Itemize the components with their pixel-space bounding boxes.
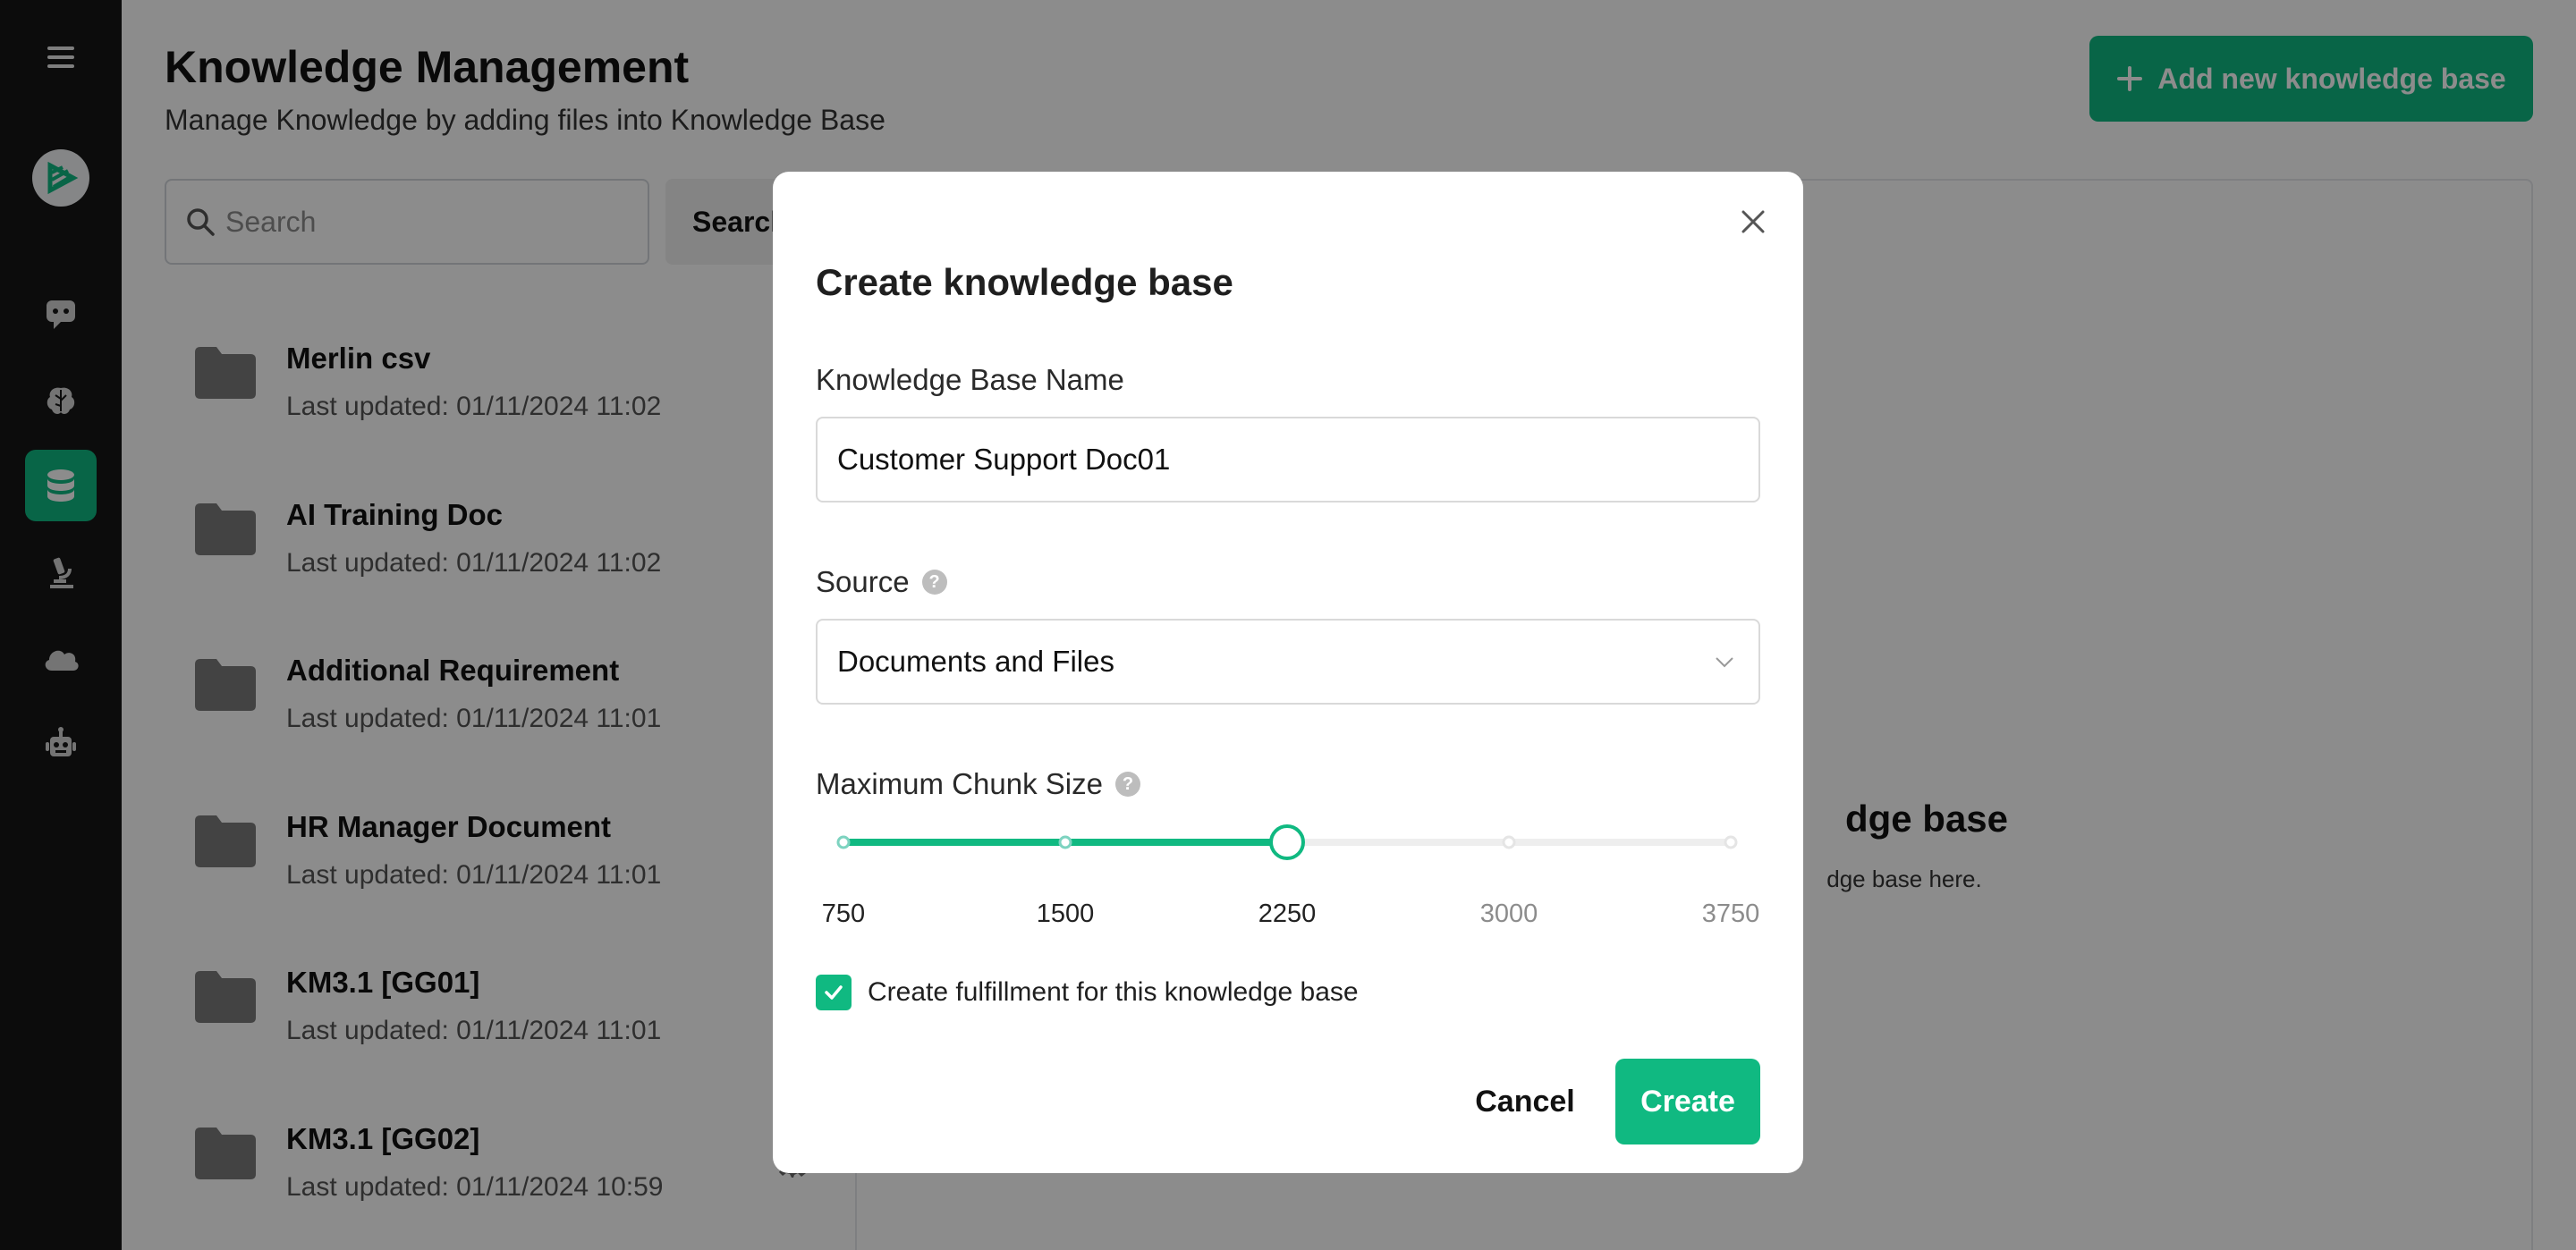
slider-mark[interactable]	[836, 835, 851, 849]
check-icon	[825, 985, 843, 1000]
fulfillment-option[interactable]: Create fulfillment for this knowledge ba…	[816, 975, 1359, 1010]
close-icon[interactable]	[1735, 204, 1771, 240]
slider-track[interactable]	[816, 824, 1760, 878]
slider-mark-label[interactable]: 2250	[1258, 899, 1317, 929]
slider-mark[interactable]	[1058, 835, 1072, 849]
slider-mark-label[interactable]: 750	[822, 899, 865, 929]
knowledge-base-name-label-text: Knowledge Base Name	[816, 363, 1124, 396]
create-button[interactable]: Create	[1615, 1059, 1760, 1144]
chevron-down-icon	[1716, 657, 1733, 668]
slider-mark-label[interactable]: 3000	[1480, 899, 1538, 929]
help-icon[interactable]: ?	[921, 570, 947, 595]
chunk-size-label: Maximum Chunk Size ?	[816, 767, 1140, 801]
source-label-text: Source	[816, 565, 910, 598]
source-selected-value: Documents and Files	[837, 645, 1114, 678]
knowledge-base-name-label: Knowledge Base Name	[816, 363, 1124, 397]
help-icon[interactable]: ?	[1114, 772, 1140, 797]
slider-mark-label[interactable]: 3750	[1702, 899, 1760, 929]
slider-handle[interactable]	[1269, 824, 1305, 860]
slider-mark[interactable]	[1502, 835, 1516, 849]
source-select[interactable]: Documents and Files	[816, 619, 1760, 705]
fulfillment-label: Create fulfillment for this knowledge ba…	[868, 977, 1359, 1007]
chunk-size-slider[interactable]: 750 1500 2250 3000 3750	[816, 824, 1760, 932]
knowledge-base-name-input[interactable]	[816, 417, 1760, 503]
dialog-title: Create knowledge base	[816, 261, 1233, 303]
chunk-size-label-text: Maximum Chunk Size	[816, 767, 1103, 800]
source-label: Source ?	[816, 565, 947, 599]
cancel-button[interactable]: Cancel	[1458, 1059, 1592, 1144]
create-knowledge-base-dialog: Create knowledge base Knowledge Base Nam…	[773, 172, 1803, 1173]
slider-mark[interactable]	[1724, 835, 1738, 849]
slider-mark-label[interactable]: 1500	[1037, 899, 1095, 929]
fulfillment-checkbox[interactable]	[816, 975, 852, 1010]
